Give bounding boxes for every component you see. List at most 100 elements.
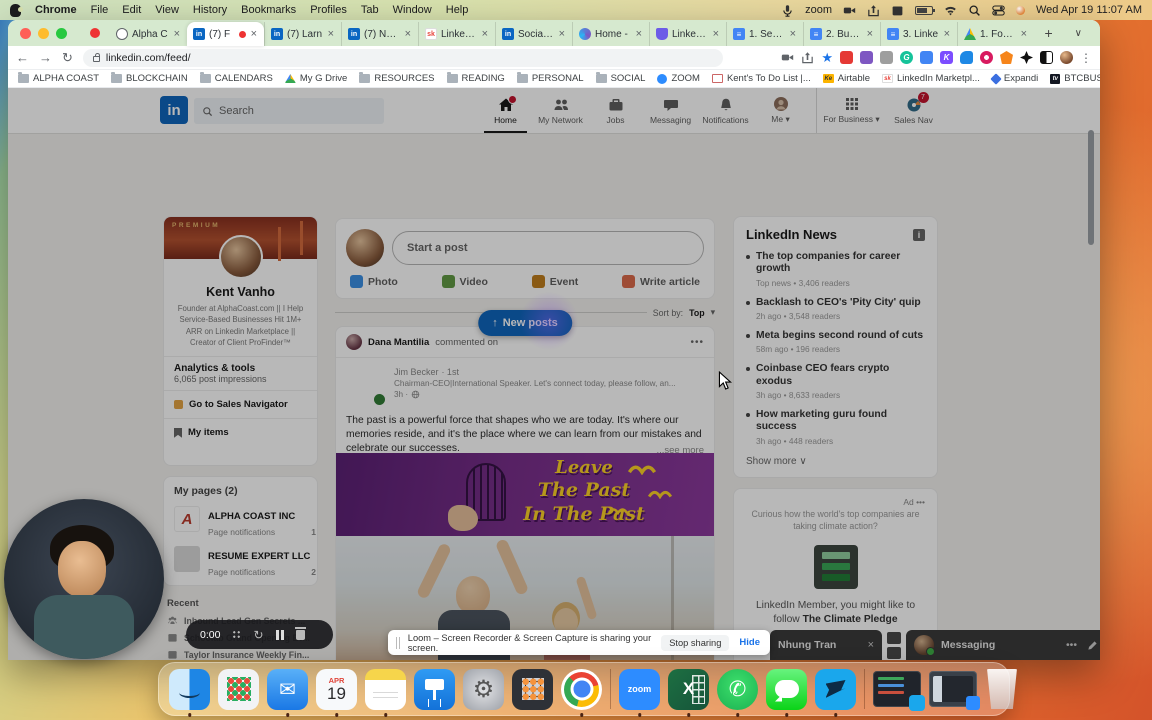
menu-item[interactable]: Window: [393, 4, 432, 16]
start-post-input[interactable]: Start a post: [392, 231, 704, 265]
loom-options-icon[interactable]: [232, 630, 242, 639]
extension-icon[interactable]: [920, 51, 933, 64]
browser-tab[interactable]: Alpha C ×: [110, 22, 187, 46]
composer-avatar[interactable]: [346, 229, 384, 267]
bookmark-item[interactable]: SOCIAL: [595, 72, 645, 84]
dock-app-icon[interactable]: APR 19: [316, 668, 357, 717]
tab-close-button[interactable]: ×: [327, 28, 335, 40]
tab-close-button[interactable]: ×: [173, 28, 181, 40]
sales-navigator-link[interactable]: Go to Sales Navigator: [164, 390, 317, 418]
menu-app-name[interactable]: Chrome: [35, 4, 77, 16]
dock-app-icon[interactable]: [561, 668, 602, 717]
tab-close-button[interactable]: ×: [712, 28, 720, 40]
menu-clock[interactable]: Wed Apr 19 11:07 AM: [1036, 4, 1142, 16]
author-avatar[interactable]: [346, 366, 387, 407]
chat-close-button[interactable]: ×: [868, 639, 874, 651]
nav-item[interactable]: For Business ▾: [816, 88, 886, 133]
browser-tab[interactable]: 3. Linke ×: [880, 22, 957, 46]
minimize-window-button[interactable]: [38, 27, 49, 39]
extension-icon[interactable]: [980, 51, 993, 64]
news-item-title[interactable]: Backlash to CEO's 'Pity City' quip: [756, 297, 925, 309]
page-scrollbar[interactable]: [1088, 130, 1094, 245]
extension-icon[interactable]: [860, 51, 873, 64]
extension-icon[interactable]: [880, 51, 893, 64]
profile-name[interactable]: Kent Vanho: [164, 285, 317, 299]
tab-close-button[interactable]: ×: [481, 28, 489, 40]
browser-tab[interactable]: LinkedIn ×: [649, 22, 726, 46]
news-item[interactable]: Meta begins second round of cuts 58m ago…: [746, 330, 925, 354]
news-item[interactable]: The top companies for career growth Top …: [746, 251, 925, 288]
back-button[interactable]: ←: [16, 51, 29, 64]
page-name[interactable]: RESUME EXPERT LLC: [208, 551, 310, 562]
bookmark-item[interactable]: ALPHA COAST: [18, 72, 99, 84]
apple-menu-icon[interactable]: [10, 3, 23, 17]
bookmark-star-icon[interactable]: ★: [821, 50, 833, 66]
menu-item[interactable]: Profiles: [310, 4, 347, 16]
reload-button[interactable]: ↻: [62, 51, 73, 64]
browser-tab[interactable]: 2. Buyer ×: [803, 22, 880, 46]
dock-app-icon[interactable]: [987, 669, 1017, 709]
compose-message-icon[interactable]: [1087, 640, 1098, 651]
mic-icon[interactable]: [781, 4, 794, 17]
browser-tab[interactable]: 1. Settin ×: [726, 22, 803, 46]
ad-label[interactable]: Ad •••: [746, 497, 925, 507]
dock-app-icon[interactable]: [864, 669, 865, 709]
sort-caret-icon[interactable]: ▾: [711, 307, 715, 318]
control-center-icon[interactable]: [992, 4, 1005, 17]
tab-close-button[interactable]: ×: [558, 28, 566, 40]
extension-icon[interactable]: K: [940, 51, 953, 64]
dock-app-icon[interactable]: [365, 668, 406, 717]
browser-tab[interactable]: Home - ×: [572, 22, 649, 46]
extension-icon[interactable]: [1020, 51, 1033, 64]
extension-icon[interactable]: [960, 51, 973, 64]
browser-tab[interactable]: Social S ×: [495, 22, 572, 46]
page-row[interactable]: RESUME EXPERT LLC Page notifications 2: [174, 546, 316, 577]
news-item-title[interactable]: How marketing guru found success: [756, 409, 925, 434]
page-row[interactable]: A ALPHA COAST INC Page notifications 1: [174, 506, 316, 537]
climate-pledge-name[interactable]: The Climate Pledge: [803, 614, 898, 625]
address-bar[interactable]: linkedin.com/feed/: [82, 48, 723, 67]
news-item[interactable]: How marketing guru found success 3h ago …: [746, 409, 925, 446]
profile-avatar[interactable]: [218, 235, 263, 279]
menu-item[interactable]: Tab: [361, 4, 379, 16]
menu-item[interactable]: Help: [446, 4, 469, 16]
profile-card[interactable]: PREMIUM Kent Vanho Founder at AlphaCoast…: [163, 216, 318, 466]
pause-recording-icon[interactable]: [275, 629, 284, 640]
dock-app-icon[interactable]: [414, 668, 455, 710]
browser-tab[interactable]: 1. Founc ×: [957, 22, 1034, 46]
browser-tab[interactable]: (7) Larn ×: [264, 22, 341, 46]
climate-pledge-logo[interactable]: [813, 544, 858, 589]
extension-icon[interactable]: [1000, 51, 1013, 64]
restart-recording-icon[interactable]: ↻: [253, 629, 263, 641]
chat-mini-icons[interactable]: [886, 630, 902, 660]
menu-item[interactable]: File: [91, 4, 109, 16]
spotlight-search-icon[interactable]: [968, 4, 981, 17]
browser-tab[interactable]: (7) F ×: [187, 22, 264, 46]
dock-app-icon[interactable]: [610, 669, 611, 709]
post-menu-button[interactable]: •••: [690, 337, 704, 348]
nav-item[interactable]: Me ▾: [753, 88, 808, 133]
delete-recording-icon[interactable]: [294, 626, 306, 640]
extension-icon[interactable]: [840, 51, 853, 64]
dock-app-icon[interactable]: [169, 668, 210, 717]
extension-icon[interactable]: [1060, 51, 1073, 64]
extension-icon[interactable]: [1040, 51, 1053, 64]
dock-app-icon[interactable]: zoom: [619, 668, 660, 717]
tab-close-button[interactable]: ×: [866, 28, 874, 40]
dock-app-icon[interactable]: [815, 668, 856, 717]
bookmark-item[interactable]: CALENDARS: [199, 72, 273, 84]
analytics-block[interactable]: Analytics & tools 6,065 post impressions: [164, 357, 317, 390]
bookmark-item[interactable]: Ke Airtable: [822, 73, 870, 84]
dock-app-icon[interactable]: [463, 668, 504, 710]
tab-close-button[interactable]: ×: [943, 28, 951, 40]
sort-value[interactable]: Top: [689, 308, 704, 318]
zoom-window-button[interactable]: [56, 27, 67, 39]
nav-item[interactable]: Home: [478, 88, 533, 133]
commenter-name[interactable]: Dana Mantilia: [368, 337, 429, 348]
wifi-icon[interactable]: [944, 4, 957, 17]
page-notifications-label[interactable]: Page notifications: [208, 527, 275, 537]
dock-app-icon[interactable]: [717, 668, 758, 717]
commenter-avatar[interactable]: [346, 334, 362, 350]
tab-close-button[interactable]: ×: [404, 28, 412, 40]
menu-item[interactable]: Edit: [122, 4, 141, 16]
